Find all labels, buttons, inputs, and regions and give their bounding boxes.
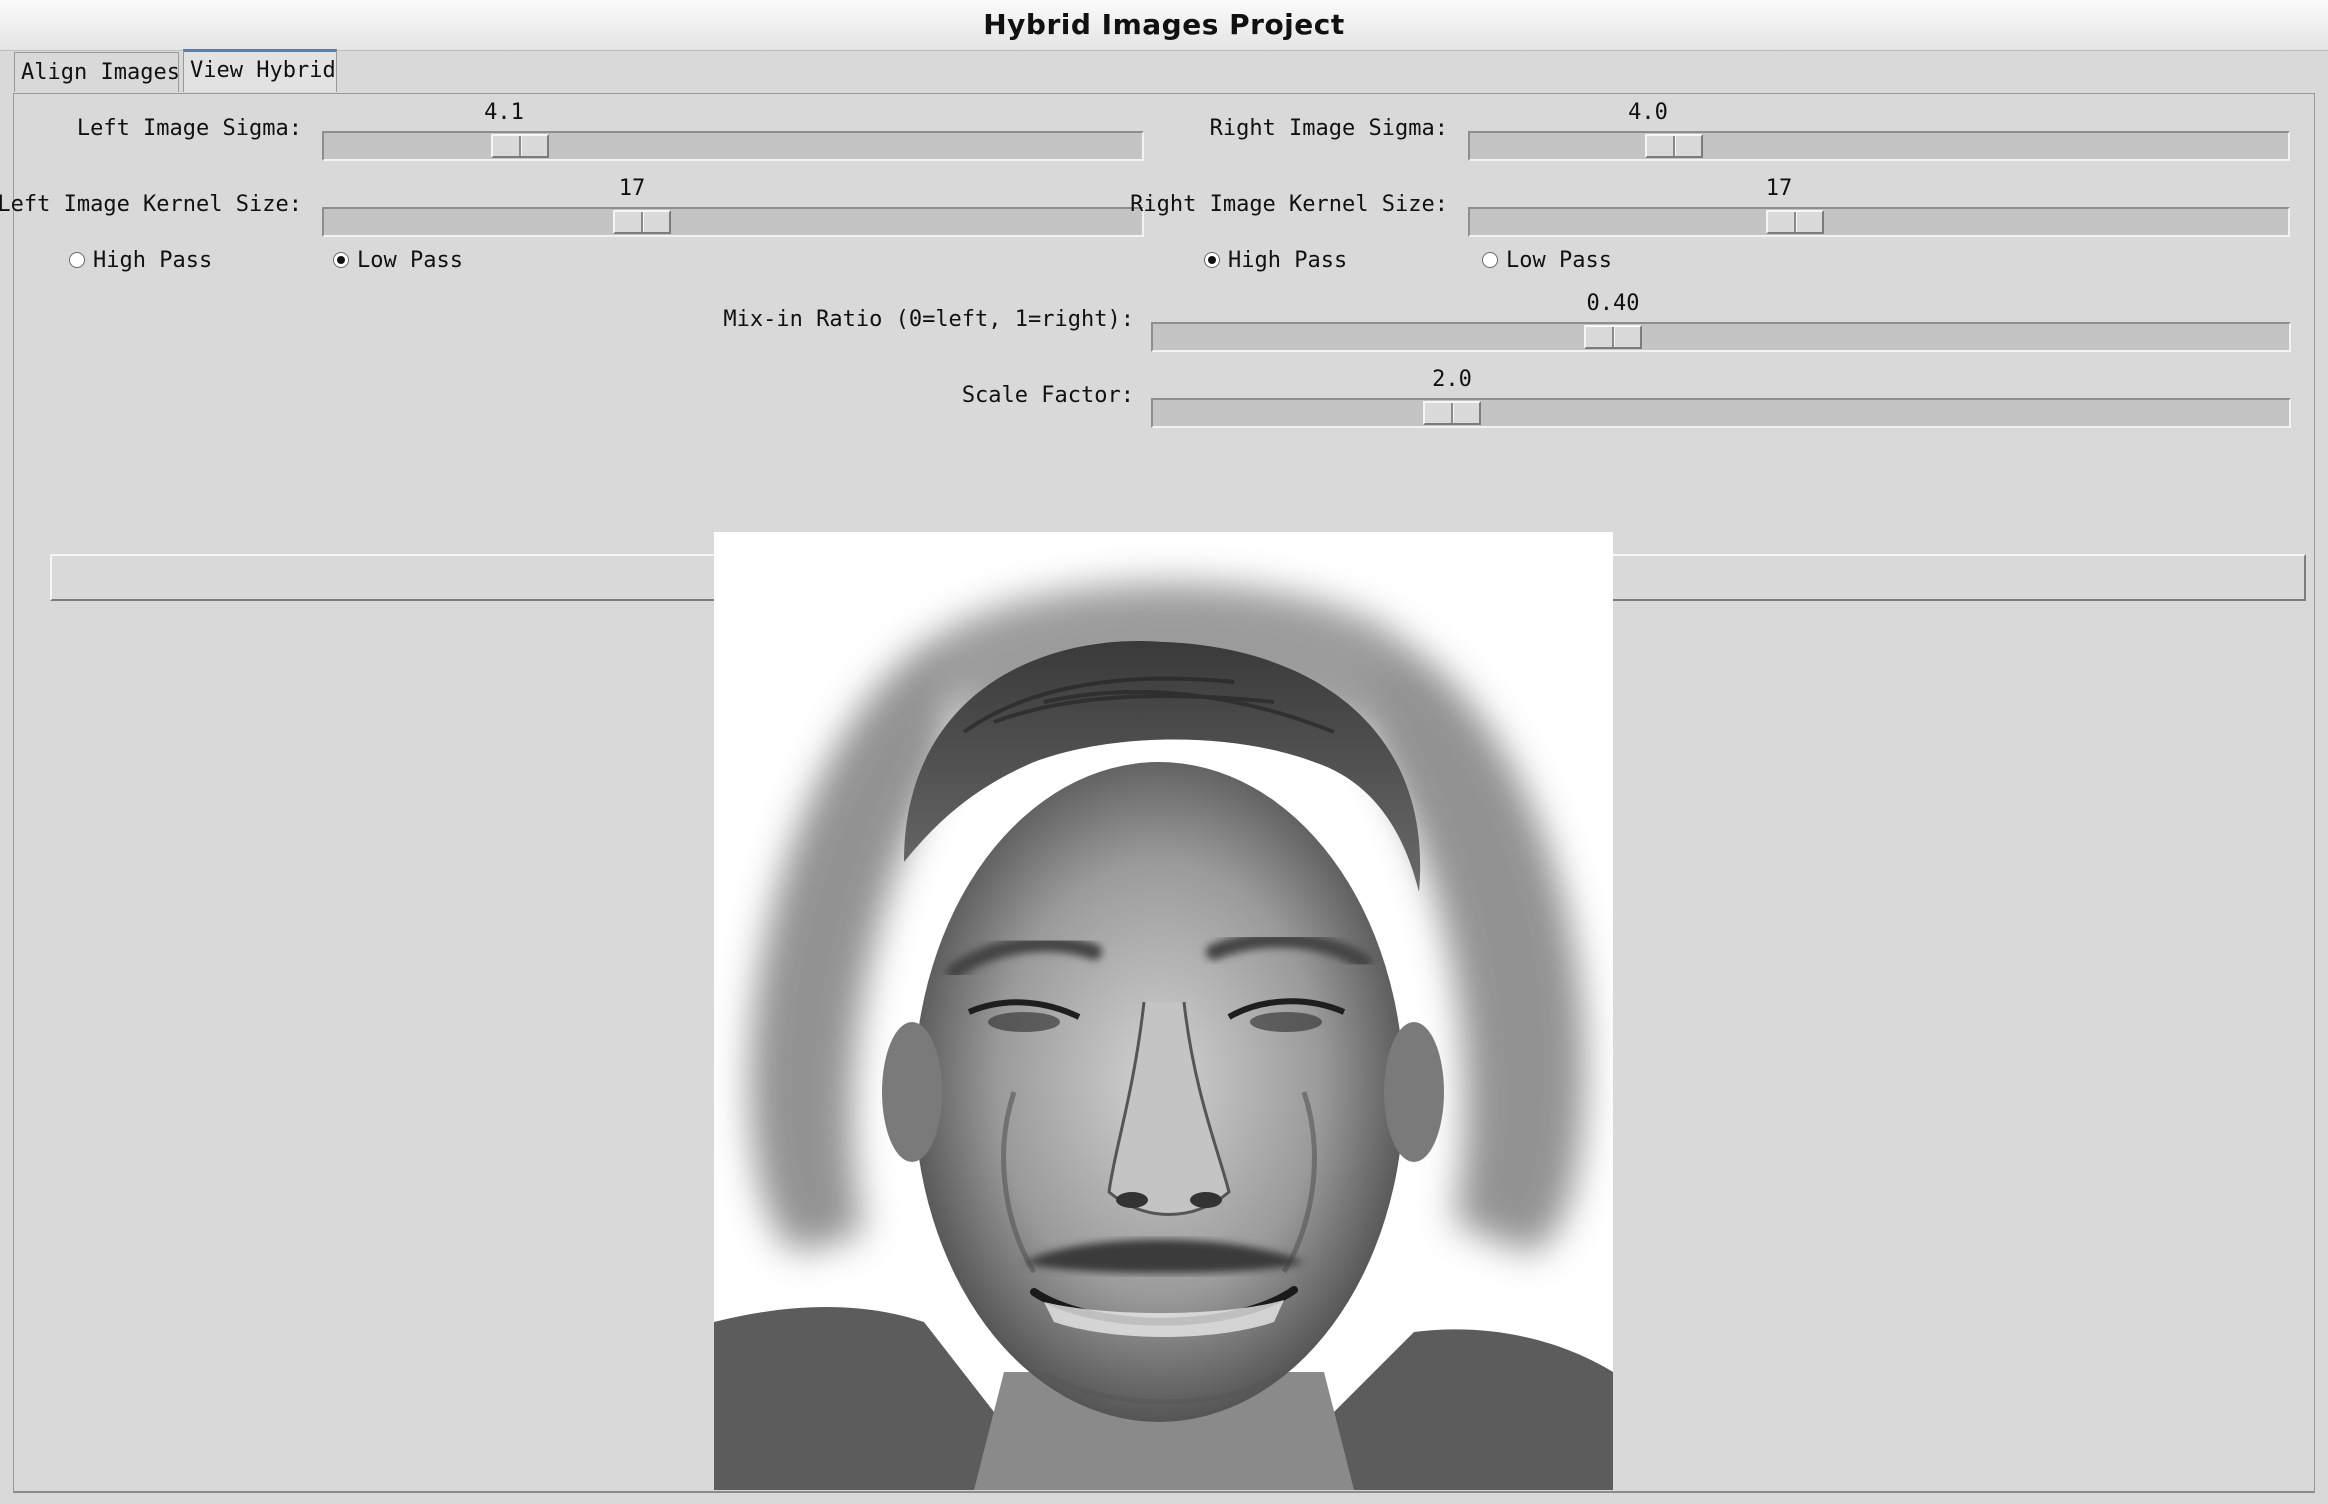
radio-indicator — [1482, 252, 1498, 268]
left-kernel-slider[interactable] — [322, 207, 1144, 237]
left-kernel-label: Left Image Kernel Size: — [0, 192, 302, 217]
left-sigma-slider-thumb[interactable] — [491, 134, 549, 158]
right-kernel-value: 17 — [1765, 176, 1793, 201]
left-sigma-slider[interactable] — [322, 131, 1144, 161]
right-kernel-slider-thumb[interactable] — [1766, 210, 1824, 234]
left-sigma-label: Left Image Sigma: — [76, 116, 302, 141]
mix-ratio-slider[interactable] — [1151, 322, 2291, 352]
hybrid-image — [714, 532, 1613, 1490]
right-sigma-slider-thumb[interactable] — [1645, 134, 1703, 158]
left-sigma-value: 4.1 — [484, 100, 524, 125]
tab-view-hybrid[interactable]: View Hybrid — [183, 49, 337, 92]
scale-factor-slider[interactable] — [1151, 398, 2291, 428]
mix-ratio-slider-thumb[interactable] — [1584, 325, 1642, 349]
right-high-pass-radio[interactable]: High Pass — [1204, 246, 1347, 274]
hybrid-face-picture — [714, 532, 1613, 1490]
right-high-pass-label: High Pass — [1228, 247, 1348, 273]
left-kernel-value: 17 — [618, 176, 646, 201]
scale-factor-value: 2.0 — [1432, 367, 1472, 392]
mix-ratio-label: Mix-in Ratio (0=left, 1=right): — [723, 307, 1134, 332]
window-title: Hybrid Images Project — [0, 0, 2328, 51]
right-sigma-label: Right Image Sigma: — [1209, 116, 1448, 141]
right-kernel-label: Right Image Kernel Size: — [1130, 192, 1448, 217]
radio-indicator — [1204, 252, 1220, 268]
left-high-pass-label: High Pass — [93, 247, 213, 273]
left-low-pass-radio[interactable]: Low Pass — [333, 246, 463, 274]
left-low-pass-label: Low Pass — [357, 247, 463, 273]
scale-factor-label: Scale Factor: — [961, 383, 1134, 408]
scale-factor-slider-thumb[interactable] — [1423, 401, 1481, 425]
right-sigma-slider[interactable] — [1468, 131, 2290, 161]
tab-align-images[interactable]: Align Images — [14, 52, 180, 92]
mix-ratio-value: 0.40 — [1586, 291, 1640, 316]
right-kernel-slider[interactable] — [1468, 207, 2290, 237]
radio-indicator — [333, 252, 349, 268]
left-high-pass-radio[interactable]: High Pass — [69, 246, 212, 274]
left-kernel-slider-thumb[interactable] — [613, 210, 671, 234]
right-low-pass-label: Low Pass — [1506, 247, 1612, 273]
right-low-pass-radio[interactable]: Low Pass — [1482, 246, 1612, 274]
radio-indicator — [69, 252, 85, 268]
right-sigma-value: 4.0 — [1628, 100, 1668, 125]
